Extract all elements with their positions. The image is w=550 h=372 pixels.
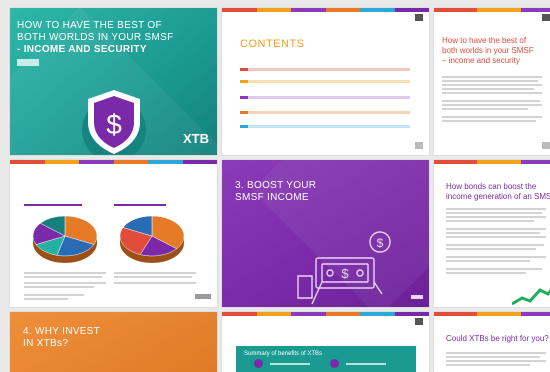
color-stripe xyxy=(10,160,217,164)
intro-title-line3: – income and security xyxy=(442,56,520,65)
money-magnifier-icon: $ $ xyxy=(297,231,391,305)
bonds-title-line1: How bonds can boost the xyxy=(446,182,537,191)
page-number-box xyxy=(415,142,423,149)
pie-chart-1 xyxy=(32,215,98,263)
benefit-icon xyxy=(330,359,339,368)
summary-title: Summary of benefits of XTBs xyxy=(244,351,323,357)
page-bonds[interactable]: How bonds can boost the income generatio… xyxy=(434,160,550,307)
color-stripe xyxy=(434,8,550,12)
color-stripe xyxy=(434,312,550,316)
page-why-invest[interactable]: 4. WHY INVEST IN XTBs? xyxy=(10,312,217,372)
cover-tag xyxy=(17,59,39,66)
xtb-logo: XTB xyxy=(183,131,209,147)
page-intro[interactable]: How to have the best of both worlds in y… xyxy=(434,8,550,155)
chart1-caption xyxy=(24,204,82,206)
svg-text:$: $ xyxy=(377,236,384,250)
page-cover[interactable]: HOW TO HAVE THE BEST OF BOTH WORLDS IN Y… xyxy=(10,8,217,155)
benefit-icon xyxy=(254,359,263,368)
page-nav-icon[interactable] xyxy=(195,294,211,299)
contents-title: CONTENTS xyxy=(240,38,305,50)
color-stripe xyxy=(222,8,429,12)
toc-row-4[interactable] xyxy=(240,111,410,114)
invest-title-line2: IN XTBs? xyxy=(23,338,69,349)
bonds-title-line2: income generation of an SMSF xyxy=(446,192,550,201)
color-stripe xyxy=(434,160,550,164)
boost-title-line2: SMSF INCOME xyxy=(235,192,309,203)
svg-text:$: $ xyxy=(106,109,122,140)
chart2-caption xyxy=(114,204,166,206)
intro-title-line1: How to have the best of xyxy=(442,36,527,45)
cover-title-line1: HOW TO HAVE THE BEST OF xyxy=(17,20,162,31)
page-contents[interactable]: CONTENTS xyxy=(222,8,429,155)
boost-title-line1: 3. BOOST YOUR xyxy=(235,180,317,191)
page-nav-icon[interactable] xyxy=(411,295,423,299)
page-number-box xyxy=(542,142,550,149)
toc-row-5[interactable] xyxy=(240,125,410,128)
toc-row-2[interactable] xyxy=(240,80,410,83)
page-charts[interactable] xyxy=(10,160,217,307)
summary-panel: Summary of benefits of XTBs xyxy=(236,346,416,372)
page-nav-icon[interactable] xyxy=(542,14,550,21)
toc-row-3[interactable] xyxy=(240,96,410,99)
page-summary[interactable]: Summary of benefits of XTBs xyxy=(222,312,429,372)
page-right-for-you[interactable]: Could XTBs be right for you? xyxy=(434,312,550,372)
page-nav-icon[interactable] xyxy=(415,14,423,21)
growth-line-icon xyxy=(512,288,550,306)
intro-title-line2: both worlds in your SMSF xyxy=(442,46,534,55)
cover-title-line3: - INCOME AND SECURITY xyxy=(17,44,147,55)
color-stripe xyxy=(222,312,429,316)
pie-chart-2 xyxy=(119,215,185,263)
svg-text:$: $ xyxy=(341,266,349,281)
invest-title-line1: 4. WHY INVEST xyxy=(23,326,101,337)
right-title: Could XTBs be right for you? xyxy=(446,334,549,343)
toc-row-1[interactable] xyxy=(240,68,410,71)
page-boost[interactable]: 3. BOOST YOUR SMSF INCOME $ $ xyxy=(222,160,429,307)
dollar-shield-icon: $ xyxy=(82,90,146,155)
page-nav-icon[interactable] xyxy=(415,318,423,325)
cover-title-line2: BOTH WORLDS IN YOUR SMSF xyxy=(17,32,174,43)
